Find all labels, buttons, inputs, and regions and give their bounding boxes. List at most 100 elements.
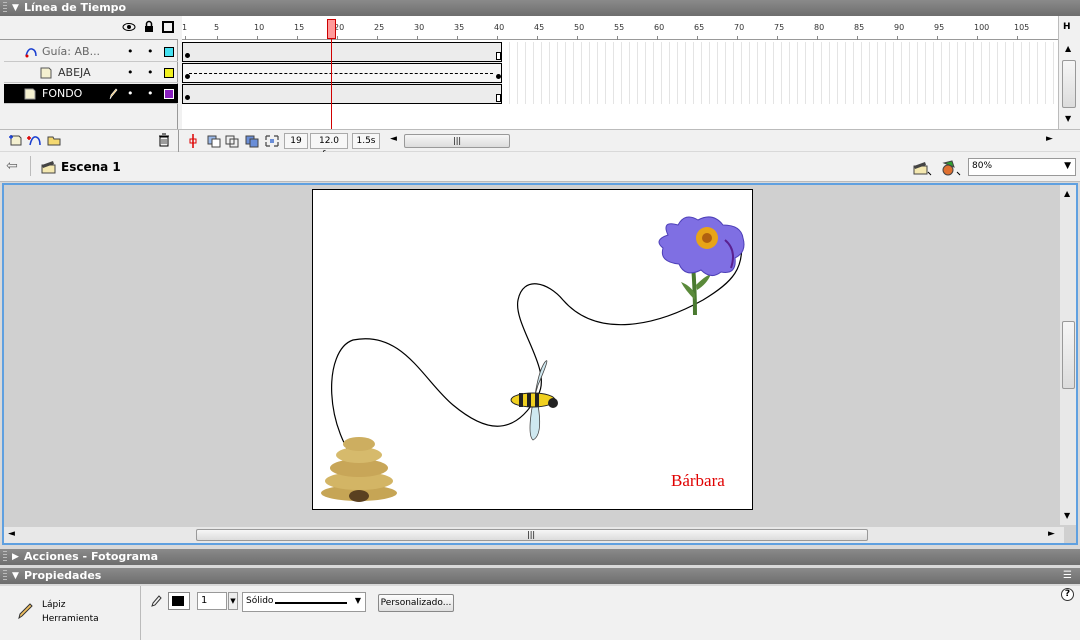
frame-ruler[interactable]: 1 5 10 15 20 25 30 35 40 45 50 55 60 65 70 75 80 85 90 95 10… bbox=[182, 16, 1058, 40]
collapse-arrow-icon[interactable]: ▼ bbox=[12, 568, 19, 584]
edit-symbols-icon[interactable] bbox=[940, 159, 962, 177]
stroke-style-value: Sólido bbox=[246, 596, 274, 606]
keyframe-dot[interactable] bbox=[185, 74, 190, 79]
timeline-panel: Guía: AB... • • ABEJA • • FONDO • • 1 5 10… bbox=[0, 16, 1080, 160]
tween-dashed-line bbox=[189, 73, 493, 74]
layer-icon bbox=[24, 88, 36, 100]
stage-area[interactable]: Bárbara ▲ ▼ ◄ ||| ► bbox=[2, 183, 1078, 545]
ruler-tick-label: 55 bbox=[614, 23, 625, 32]
custom-stroke-button[interactable]: Personalizado... bbox=[378, 594, 454, 612]
lock-dot[interactable]: • bbox=[147, 42, 154, 62]
insert-layer-icon[interactable] bbox=[8, 133, 24, 147]
playhead-handle[interactable] bbox=[327, 19, 336, 39]
edit-bar: ⇦ Escena 1 80% ▼ bbox=[0, 152, 1080, 182]
scroll-right-icon[interactable]: ► bbox=[1048, 529, 1055, 539]
actions-panel-header[interactable]: ▶ Acciones - Fotograma bbox=[0, 549, 1080, 565]
layer-row-guide[interactable]: Guía: AB... • • bbox=[4, 42, 178, 62]
lock-icon[interactable] bbox=[144, 20, 154, 33]
guide-layer-icon bbox=[25, 48, 37, 58]
layer-row-fondo[interactable]: FONDO • • bbox=[4, 84, 178, 104]
stroke-width-dropdown-icon[interactable]: ▼ bbox=[228, 592, 238, 610]
ruler-tick-label: 35 bbox=[454, 23, 465, 32]
chevron-down-icon[interactable]: ▼ bbox=[355, 596, 361, 605]
layer-row-abeja[interactable]: ABEJA • • bbox=[4, 63, 178, 83]
chevron-down-icon[interactable]: ▼ bbox=[1064, 161, 1071, 171]
scroll-up-icon[interactable]: ▲ bbox=[1064, 189, 1070, 198]
ruler-tick-label: 60 bbox=[654, 23, 665, 32]
stage-vscroll-thumb[interactable] bbox=[1062, 321, 1075, 389]
ruler-tick-label: 80 bbox=[814, 23, 825, 32]
stage-hscroll-thumb[interactable]: ||| bbox=[196, 529, 868, 541]
scroll-left-icon[interactable]: ◄ bbox=[390, 134, 397, 144]
end-frame-marker[interactable] bbox=[496, 52, 501, 60]
ruler-tick-label: 45 bbox=[534, 23, 545, 32]
scroll-down-icon[interactable]: ▼ bbox=[1065, 114, 1071, 123]
panel-grip[interactable] bbox=[3, 551, 7, 563]
layer-color-swatch[interactable] bbox=[164, 47, 174, 57]
visibility-dot[interactable]: • bbox=[127, 84, 134, 104]
edit-scene-icon[interactable] bbox=[913, 160, 933, 176]
scroll-right-icon[interactable]: ► bbox=[1046, 134, 1053, 144]
keyframe-dot[interactable] bbox=[185, 53, 190, 58]
onion-skin-outlines-icon[interactable] bbox=[224, 134, 240, 148]
guide-frame-span[interactable] bbox=[182, 42, 502, 62]
lock-dot[interactable]: • bbox=[147, 63, 154, 83]
zoom-dropdown[interactable]: 80% ▼ bbox=[968, 158, 1076, 176]
timeline-panel-header[interactable]: ▼ Línea de Tiempo bbox=[0, 0, 1080, 16]
scroll-up-icon[interactable]: ▲ bbox=[1065, 44, 1071, 53]
ruler-tick-label: 65 bbox=[694, 23, 705, 32]
layer-color-swatch[interactable] bbox=[164, 89, 174, 99]
properties-panel: Lápiz Herramienta 1 ▼ Sólido ▼ Personali… bbox=[0, 586, 1080, 640]
stroke-style-dropdown[interactable]: Sólido ▼ bbox=[242, 592, 366, 612]
current-frame-field[interactable]: 19 bbox=[284, 133, 308, 149]
divider bbox=[30, 156, 31, 176]
ruler-tick-label: 95 bbox=[934, 23, 945, 32]
visibility-dot[interactable]: • bbox=[127, 63, 134, 83]
collapse-arrow-icon[interactable]: ▼ bbox=[12, 0, 19, 16]
expand-arrow-icon[interactable]: ▶ bbox=[12, 549, 19, 565]
stroke-width-field[interactable]: 1 bbox=[197, 592, 227, 610]
insert-folder-icon[interactable] bbox=[46, 133, 62, 147]
modify-onion-markers-icon[interactable] bbox=[264, 134, 280, 148]
edit-multiple-frames-icon[interactable] bbox=[244, 134, 260, 148]
eye-icon[interactable] bbox=[122, 22, 136, 32]
panel-options-icon[interactable]: ☰ bbox=[1063, 568, 1072, 584]
keyframe-dot[interactable] bbox=[185, 95, 190, 100]
help-icon[interactable]: ? bbox=[1061, 588, 1074, 601]
stage-vscroll[interactable]: ▲ ▼ bbox=[1060, 185, 1076, 525]
onion-skin-icon[interactable] bbox=[206, 134, 222, 148]
add-guide-layer-icon[interactable] bbox=[26, 133, 42, 147]
scene-name[interactable]: Escena 1 bbox=[61, 160, 121, 174]
stroke-color-swatch[interactable] bbox=[168, 592, 190, 610]
ruler-tick-label: 1 bbox=[182, 23, 188, 32]
lock-dot[interactable]: • bbox=[147, 84, 154, 104]
layer-header bbox=[0, 16, 178, 40]
trash-icon[interactable] bbox=[158, 133, 170, 147]
visibility-dot[interactable]: • bbox=[127, 42, 134, 62]
panel-grip[interactable] bbox=[3, 2, 7, 14]
panel-grip[interactable] bbox=[3, 570, 7, 582]
frame-rate-field[interactable]: 12.0 fps bbox=[310, 133, 348, 160]
back-arrow-icon[interactable]: ⇦ bbox=[6, 158, 18, 174]
outline-icon[interactable] bbox=[162, 21, 174, 33]
timeline-vscroll[interactable]: H ▲ ▼ bbox=[1058, 16, 1080, 129]
stage-text-barbara[interactable]: Bárbara bbox=[671, 471, 725, 491]
pencil-icon bbox=[109, 88, 118, 100]
abeja-frame-span[interactable] bbox=[182, 63, 502, 83]
frame-view-menu-icon[interactable]: H bbox=[1063, 22, 1071, 32]
layer-color-swatch[interactable] bbox=[164, 68, 174, 78]
keyframe-dot[interactable] bbox=[496, 74, 501, 79]
center-frame-icon[interactable] bbox=[188, 133, 198, 149]
fondo-frame-span[interactable] bbox=[182, 84, 502, 104]
scroll-down-icon[interactable]: ▼ bbox=[1064, 511, 1070, 520]
properties-panel-header[interactable]: ▼ Propiedades ☰ bbox=[0, 568, 1080, 584]
ruler-tick-label: 15 bbox=[294, 23, 305, 32]
ruler-tick-label: 70 bbox=[734, 23, 745, 32]
stage-hscroll[interactable]: ◄ ||| ► bbox=[4, 527, 1064, 543]
end-frame-marker[interactable] bbox=[496, 94, 501, 102]
scroll-left-icon[interactable]: ◄ bbox=[8, 529, 15, 539]
stage-canvas[interactable]: Bárbara bbox=[312, 189, 753, 510]
scroll-thumb[interactable] bbox=[1062, 60, 1076, 108]
frames-hscroll-thumb[interactable]: ||| bbox=[404, 134, 510, 148]
tool-name: Lápiz bbox=[42, 600, 66, 610]
